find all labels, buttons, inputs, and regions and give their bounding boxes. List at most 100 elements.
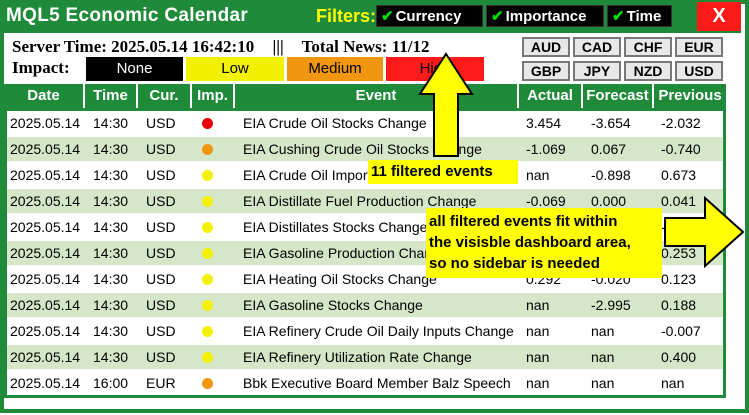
cell-time: 16:00	[93, 375, 129, 391]
callout-filtered-events: 11 filtered events	[368, 160, 518, 184]
calendar-dashboard: MQL5 Economic Calendar Filters: ✔ Currenc…	[0, 0, 749, 415]
filter-importance-label: Importance	[505, 8, 587, 25]
cell-forecast: nan	[591, 375, 615, 391]
impact-dot-icon	[202, 352, 213, 363]
impact-dot-icon	[202, 274, 213, 285]
status-line: Server Time: 2025.05.14 16:42:10 ||| Tot…	[12, 37, 429, 57]
callout-line: so no sidebar is needed	[429, 255, 600, 272]
cell-time: 14:30	[93, 297, 129, 313]
cell-date: 2025.05.14	[10, 219, 81, 235]
column-header-time: Time	[85, 84, 138, 108]
impact-none-button[interactable]: None	[86, 57, 183, 81]
cell-previous: 0.673	[661, 167, 697, 183]
cell-time: 14:30	[93, 245, 129, 261]
cell-forecast: -0.898	[591, 167, 631, 183]
cell-time: 14:30	[93, 271, 129, 287]
impact-dot-icon	[202, 300, 213, 311]
cell-previous: -2.032	[661, 115, 701, 131]
cell-cur: EUR	[146, 375, 176, 391]
filter-currency-button[interactable]: ✔ Currency	[376, 5, 483, 27]
cell-cur: USD	[146, 115, 176, 131]
cell-actual: nan	[526, 349, 550, 365]
callout-line: all filtered events fit within	[429, 213, 618, 230]
table-row[interactable]: 2025.05.14 16:00 EUR Bbk Executive Board Me…	[7, 371, 723, 395]
currency-nzd-button[interactable]: NZD	[624, 61, 672, 81]
table-row[interactable]: 2025.05.14 14:30 USD EIA Cushing Crude Oil …	[7, 137, 723, 161]
impact-dot-icon	[202, 378, 213, 389]
check-icon: ✔	[381, 8, 394, 25]
filters-label: Filters:	[316, 6, 377, 26]
currency-chf-button[interactable]: CHF	[624, 37, 672, 57]
table-row[interactable]: 2025.05.14 14:30 USD EIA Gasoline Stocks Ch…	[7, 293, 723, 317]
arrow-right-icon	[664, 196, 745, 268]
impact-dot-icon	[202, 144, 213, 155]
column-header-currency: Cur.	[138, 84, 192, 108]
cell-date: 2025.05.14	[10, 193, 81, 209]
table-row[interactable]: 2025.05.14 14:30 USD EIA Crude Oil Stocks C…	[7, 111, 723, 135]
cell-previous: nan	[661, 375, 685, 391]
cell-date: 2025.05.14	[10, 375, 81, 391]
cell-actual: nan	[526, 167, 550, 183]
cell-date: 2025.05.14	[10, 323, 81, 339]
cell-previous: 0.188	[661, 297, 697, 313]
impact-dot-icon	[202, 118, 213, 129]
impact-dot-icon	[202, 170, 213, 181]
cell-event: EIA Refinery Utilization Rate Change	[243, 349, 472, 365]
impact-low-button[interactable]: Low	[186, 57, 284, 81]
filter-importance-button[interactable]: ✔ Importance	[486, 5, 604, 27]
cell-forecast: nan	[591, 349, 615, 365]
server-time: Server Time: 2025.05.14 16:42:10	[12, 37, 255, 56]
cell-forecast: -3.654	[591, 115, 631, 131]
filter-time-button[interactable]: ✔ Time	[607, 5, 672, 27]
column-header-event: Event	[235, 84, 519, 108]
cell-forecast: nan	[591, 323, 615, 339]
cell-date: 2025.05.14	[10, 141, 81, 157]
cell-time: 14:30	[93, 193, 129, 209]
column-header-previous: Previous	[654, 84, 726, 108]
cell-cur: USD	[146, 271, 176, 287]
cell-previous: 0.123	[661, 271, 697, 287]
callout-line: the visisble dashboard area,	[429, 234, 631, 251]
impact-medium-button[interactable]: Medium	[287, 57, 383, 81]
cell-cur: USD	[146, 193, 176, 209]
currency-eur-button[interactable]: EUR	[675, 37, 723, 57]
column-header-forecast: Forecast	[583, 84, 654, 108]
impact-dot-icon	[202, 222, 213, 233]
cell-time: 14:30	[93, 349, 129, 365]
app-title: MQL5 Economic Calendar	[6, 5, 249, 26]
impact-label: Impact:	[12, 58, 70, 77]
cell-cur: USD	[146, 245, 176, 261]
currency-gbp-button[interactable]: GBP	[522, 61, 570, 81]
filter-time-label: Time	[626, 8, 662, 25]
cell-time: 14:30	[93, 167, 129, 183]
cell-date: 2025.05.14	[10, 115, 81, 131]
impact-dot-icon	[202, 196, 213, 207]
cell-event: EIA Crude Oil Stocks Change	[243, 115, 427, 131]
cell-event: EIA Refinery Crude Oil Daily Inputs Chan…	[243, 323, 514, 339]
currency-usd-button[interactable]: USD	[675, 61, 723, 81]
cell-actual: nan	[526, 297, 550, 313]
table-row[interactable]: 2025.05.14 14:30 USD EIA Crude Oil Imports …	[7, 163, 723, 187]
cell-date: 2025.05.14	[10, 349, 81, 365]
cell-time: 14:30	[93, 141, 129, 157]
check-icon: ✔	[612, 8, 625, 25]
cell-cur: USD	[146, 349, 176, 365]
cell-event: EIA Gasoline Stocks Change	[243, 297, 423, 313]
currency-aud-button[interactable]: AUD	[522, 37, 570, 57]
impact-dot-icon	[202, 326, 213, 337]
currency-cad-button[interactable]: CAD	[573, 37, 621, 57]
cell-event: EIA Gasoline Production Change	[243, 245, 448, 261]
cell-cur: USD	[146, 323, 176, 339]
close-button[interactable]: X	[697, 2, 741, 31]
cell-previous: -0.007	[661, 323, 701, 339]
table-row[interactable]: 2025.05.14 14:30 USD EIA Refinery Utilizati…	[7, 345, 723, 369]
cell-date: 2025.05.14	[10, 245, 81, 261]
table-row[interactable]: 2025.05.14 14:30 USD EIA Refinery Crude Oil…	[7, 319, 723, 343]
cell-cur: USD	[146, 141, 176, 157]
callout-no-sidebar: all filtered events fit within the visis…	[426, 208, 662, 278]
cell-actual: 3.454	[526, 115, 562, 131]
column-header-actual: Actual	[519, 84, 583, 108]
currency-jpy-button[interactable]: JPY	[573, 61, 621, 81]
column-header-importance: Imp.	[192, 84, 235, 108]
filter-currency-label: Currency	[395, 8, 462, 25]
